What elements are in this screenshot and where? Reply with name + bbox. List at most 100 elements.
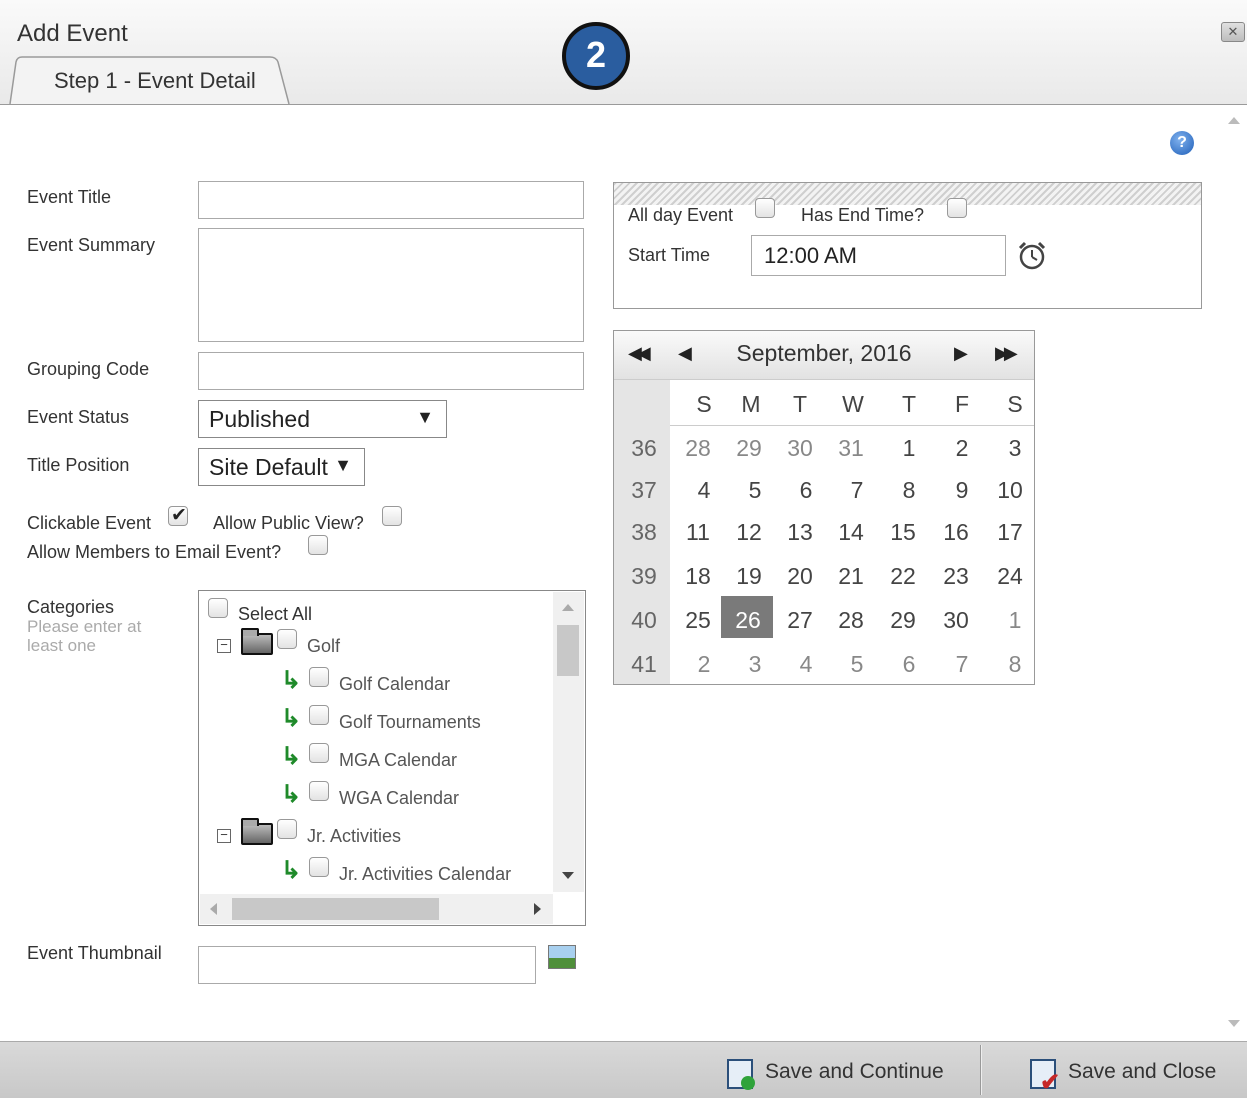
calendar-day[interactable]: 5 <box>729 477 781 504</box>
calendar-day[interactable]: 13 <box>774 519 826 546</box>
calendar-day[interactable]: 20 <box>774 563 826 590</box>
week-number: 38 <box>631 519 657 545</box>
select-all-checkbox[interactable] <box>208 598 228 618</box>
has-end-time-checkbox[interactable] <box>947 198 967 218</box>
calendar-day[interactable]: 14 <box>825 519 877 546</box>
close-icon[interactable]: ✕ <box>1221 22 1245 42</box>
dialog-title: Add Event <box>17 20 128 47</box>
calendar-day[interactable]: 6 <box>883 651 935 678</box>
dropdown-arrow-icon: ▼ <box>416 407 434 427</box>
calendar-day-selected[interactable]: 26 <box>722 607 774 634</box>
title-position-select[interactable]: Site Default ▼ <box>198 448 365 486</box>
save-and-continue-button[interactable]: Save and Continue <box>765 1060 944 1084</box>
calendar-day[interactable]: 29 <box>723 435 775 462</box>
save-and-close-button[interactable]: Save and Close <box>1068 1060 1216 1084</box>
calendar-day[interactable]: 12 <box>723 519 775 546</box>
calendar-day[interactable]: 1 <box>883 435 935 462</box>
event-status-label: Event Status <box>27 407 130 427</box>
collapse-icon[interactable]: − <box>217 828 231 843</box>
categories-scroll-thumb[interactable] <box>557 625 579 676</box>
event-title-input[interactable] <box>198 181 584 219</box>
title-position-label: Title Position <box>27 455 130 475</box>
clickable-event-checkbox[interactable] <box>168 504 188 527</box>
category-item-label: Golf Tournaments <box>339 712 481 732</box>
calendar-day[interactable]: 4 <box>780 651 832 678</box>
calendar-day[interactable]: 31 <box>825 435 877 462</box>
alarm-clock-icon[interactable] <box>1017 240 1047 270</box>
event-summary-textarea[interactable] <box>198 228 584 342</box>
categories-hscroll-thumb[interactable] <box>232 898 439 920</box>
all-day-event-label: All day Event <box>628 205 734 225</box>
calendar-day[interactable]: 7 <box>936 651 988 678</box>
calendar-day[interactable]: 2 <box>936 435 988 462</box>
calendar-day[interactable]: 2 <box>678 651 730 678</box>
calendar-day[interactable]: 8 <box>883 477 935 504</box>
time-panel-header <box>614 183 1201 205</box>
week-number: 41 <box>631 651 657 677</box>
step-badge: 2 <box>562 22 630 90</box>
scroll-down-arrow-icon[interactable] <box>1228 1020 1240 1027</box>
calendar-day[interactable]: 22 <box>877 563 929 590</box>
event-title-label: Event Title <box>27 187 112 207</box>
calendar-day[interactable]: 9 <box>936 477 988 504</box>
calendar-day[interactable]: 11 <box>672 519 724 546</box>
allow-public-view-checkbox[interactable] <box>382 506 402 526</box>
calendar-day[interactable]: 7 <box>831 477 883 504</box>
dialog-scrollbar[interactable] <box>1224 108 1244 1036</box>
calendar-day[interactable]: 21 <box>825 563 877 590</box>
calendar-day[interactable]: 4 <box>678 477 730 504</box>
calendar-day[interactable]: 28 <box>672 435 724 462</box>
calendar-day[interactable]: 1 <box>989 607 1041 634</box>
collapse-icon[interactable]: − <box>217 638 231 653</box>
start-time-input[interactable] <box>751 235 1006 276</box>
next-month-icon[interactable]: ▶ <box>954 343 968 364</box>
category-item-label: Golf Calendar <box>339 674 451 694</box>
category-checkbox[interactable] <box>309 743 329 763</box>
allow-members-email-checkbox[interactable] <box>308 535 328 555</box>
calendar-day[interactable]: 23 <box>930 563 982 590</box>
calendar-day[interactable]: 10 <box>984 477 1036 504</box>
calendar-day[interactable]: 8 <box>989 651 1041 678</box>
calendar-day[interactable]: 18 <box>672 563 724 590</box>
event-thumbnail-input[interactable] <box>198 946 536 984</box>
category-checkbox[interactable] <box>309 857 329 877</box>
scroll-up-arrow-icon[interactable] <box>562 604 574 611</box>
category-item-label: MGA Calendar <box>339 750 458 770</box>
calendar-day[interactable]: 25 <box>672 607 724 634</box>
calendar-day[interactable]: 17 <box>984 519 1036 546</box>
week-number: 37 <box>631 477 657 503</box>
calendar-day[interactable]: 16 <box>930 519 982 546</box>
calendar-day[interactable]: 6 <box>780 477 832 504</box>
category-checkbox[interactable] <box>309 705 329 725</box>
calendar-day[interactable]: 27 <box>774 607 826 634</box>
category-checkbox[interactable] <box>309 667 329 687</box>
calendar-day[interactable]: 29 <box>877 607 929 634</box>
calendar-day[interactable]: 30 <box>774 435 826 462</box>
scroll-up-arrow-icon[interactable] <box>1228 117 1240 124</box>
scroll-left-arrow-icon[interactable] <box>210 903 217 915</box>
calendar-day[interactable]: 3 <box>989 435 1041 462</box>
last-month-icon[interactable]: ▶▶ <box>995 343 1018 364</box>
category-checkbox[interactable] <box>309 781 329 801</box>
calendar-day[interactable]: 19 <box>723 563 775 590</box>
event-status-select[interactable]: Published ▼ <box>198 400 447 438</box>
clickable-event-label: Clickable Event <box>27 513 152 533</box>
all-day-event-checkbox[interactable] <box>755 198 775 218</box>
category-checkbox[interactable] <box>277 819 297 839</box>
scroll-down-arrow-icon[interactable] <box>562 872 574 879</box>
grouping-code-input[interactable] <box>198 352 584 390</box>
category-checkbox[interactable] <box>277 629 297 649</box>
calendar-day[interactable]: 24 <box>984 563 1036 590</box>
help-icon[interactable]: ? <box>1170 131 1194 155</box>
image-picker-icon[interactable] <box>548 945 576 969</box>
subitem-arrow-icon: ↳ <box>281 781 302 808</box>
calendar-day[interactable]: 30 <box>930 607 982 634</box>
calendar-day[interactable]: 3 <box>729 651 781 678</box>
tab-step-1-label: Step 1 - Event Detail <box>54 68 256 93</box>
categories-hint: least one <box>27 636 96 655</box>
title-position-value: Site Default <box>209 454 328 480</box>
calendar-day[interactable]: 28 <box>825 607 877 634</box>
calendar-day[interactable]: 15 <box>877 519 929 546</box>
calendar-day[interactable]: 5 <box>831 651 883 678</box>
scroll-right-arrow-icon[interactable] <box>534 903 541 915</box>
